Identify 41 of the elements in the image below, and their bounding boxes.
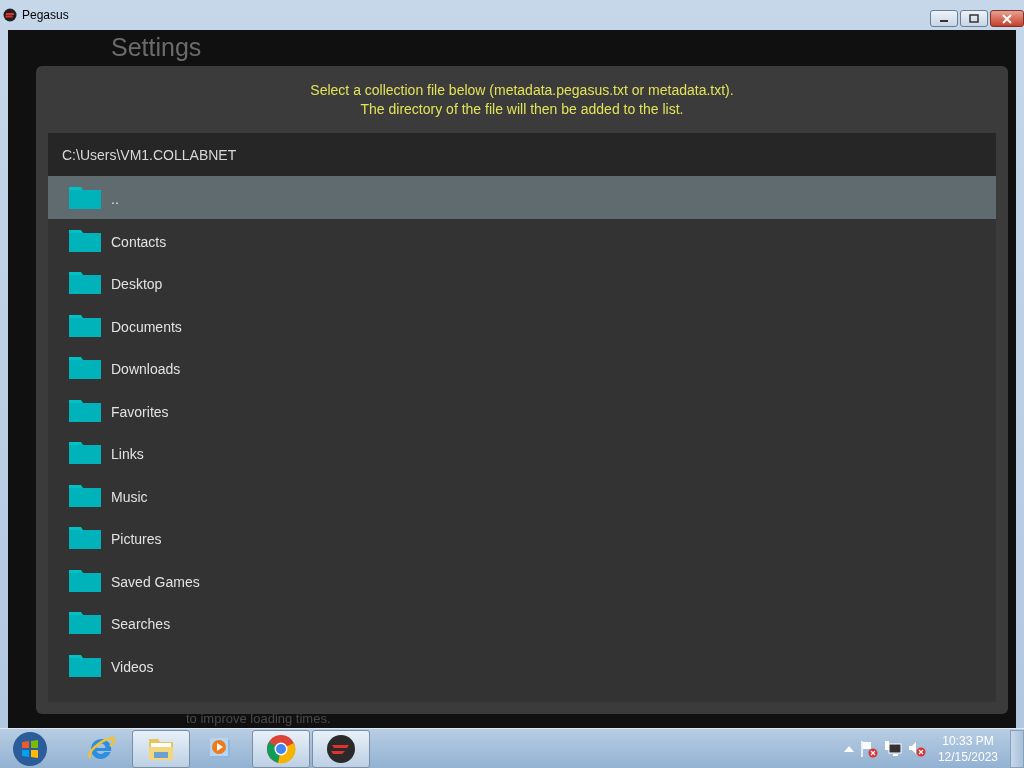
folder-row[interactable]: Searches: [48, 601, 996, 644]
taskbar-button[interactable]: [312, 729, 370, 768]
folder-row[interactable]: Downloads: [48, 346, 996, 389]
folder-row[interactable]: Pictures: [48, 516, 996, 559]
folder-row[interactable]: Desktop: [48, 261, 996, 304]
app-logo-icon: [325, 732, 357, 765]
folder-row[interactable]: Favorites: [48, 388, 996, 431]
folder-row[interactable]: Saved Games: [48, 558, 996, 601]
folder-row[interactable]: Music: [48, 473, 996, 516]
folder-icon: [69, 610, 101, 635]
folder-row[interactable]: Videos: [48, 643, 996, 686]
path-text: C:\Users\VM1.COLLABNET: [62, 146, 237, 163]
minimize-button[interactable]: [930, 10, 958, 27]
folder-row[interactable]: Links: [48, 431, 996, 474]
folder-icon: [69, 270, 101, 295]
network-icon[interactable]: [883, 739, 902, 758]
app-logo-icon: [3, 8, 17, 22]
maximize-icon: [968, 13, 980, 24]
folder-icon: [69, 482, 101, 507]
folder-icon: [69, 185, 101, 210]
folder-row[interactable]: ..: [48, 176, 996, 219]
folder-icon: [69, 652, 101, 677]
instruction-text: The directory of the file will then be added to the list.: [360, 99, 684, 119]
window-title: Pegasus: [22, 8, 69, 22]
flag-icon[interactable]: [859, 739, 878, 758]
folder-icon: [69, 312, 101, 337]
folder-icon: [69, 567, 101, 592]
maximize-button[interactable]: [960, 10, 988, 27]
instruction-text: Select a collection file below (metadata.pegasus.txt or metadata.txt).: [310, 80, 734, 100]
folder-icon: [69, 355, 101, 380]
chrome-browser-icon: [265, 732, 297, 765]
folder-icon: [69, 227, 101, 252]
folder-icon: [69, 440, 101, 465]
folder-icon: [69, 525, 101, 550]
hint-text: to improve loading times.: [186, 711, 331, 726]
close-button[interactable]: [990, 10, 1024, 27]
folder-icon: [69, 397, 101, 422]
settings-heading: Settings: [111, 33, 202, 61]
close-icon: [1001, 13, 1013, 24]
folder-row[interactable]: Documents: [48, 303, 996, 346]
folder-row[interactable]: Contacts: [48, 218, 996, 261]
